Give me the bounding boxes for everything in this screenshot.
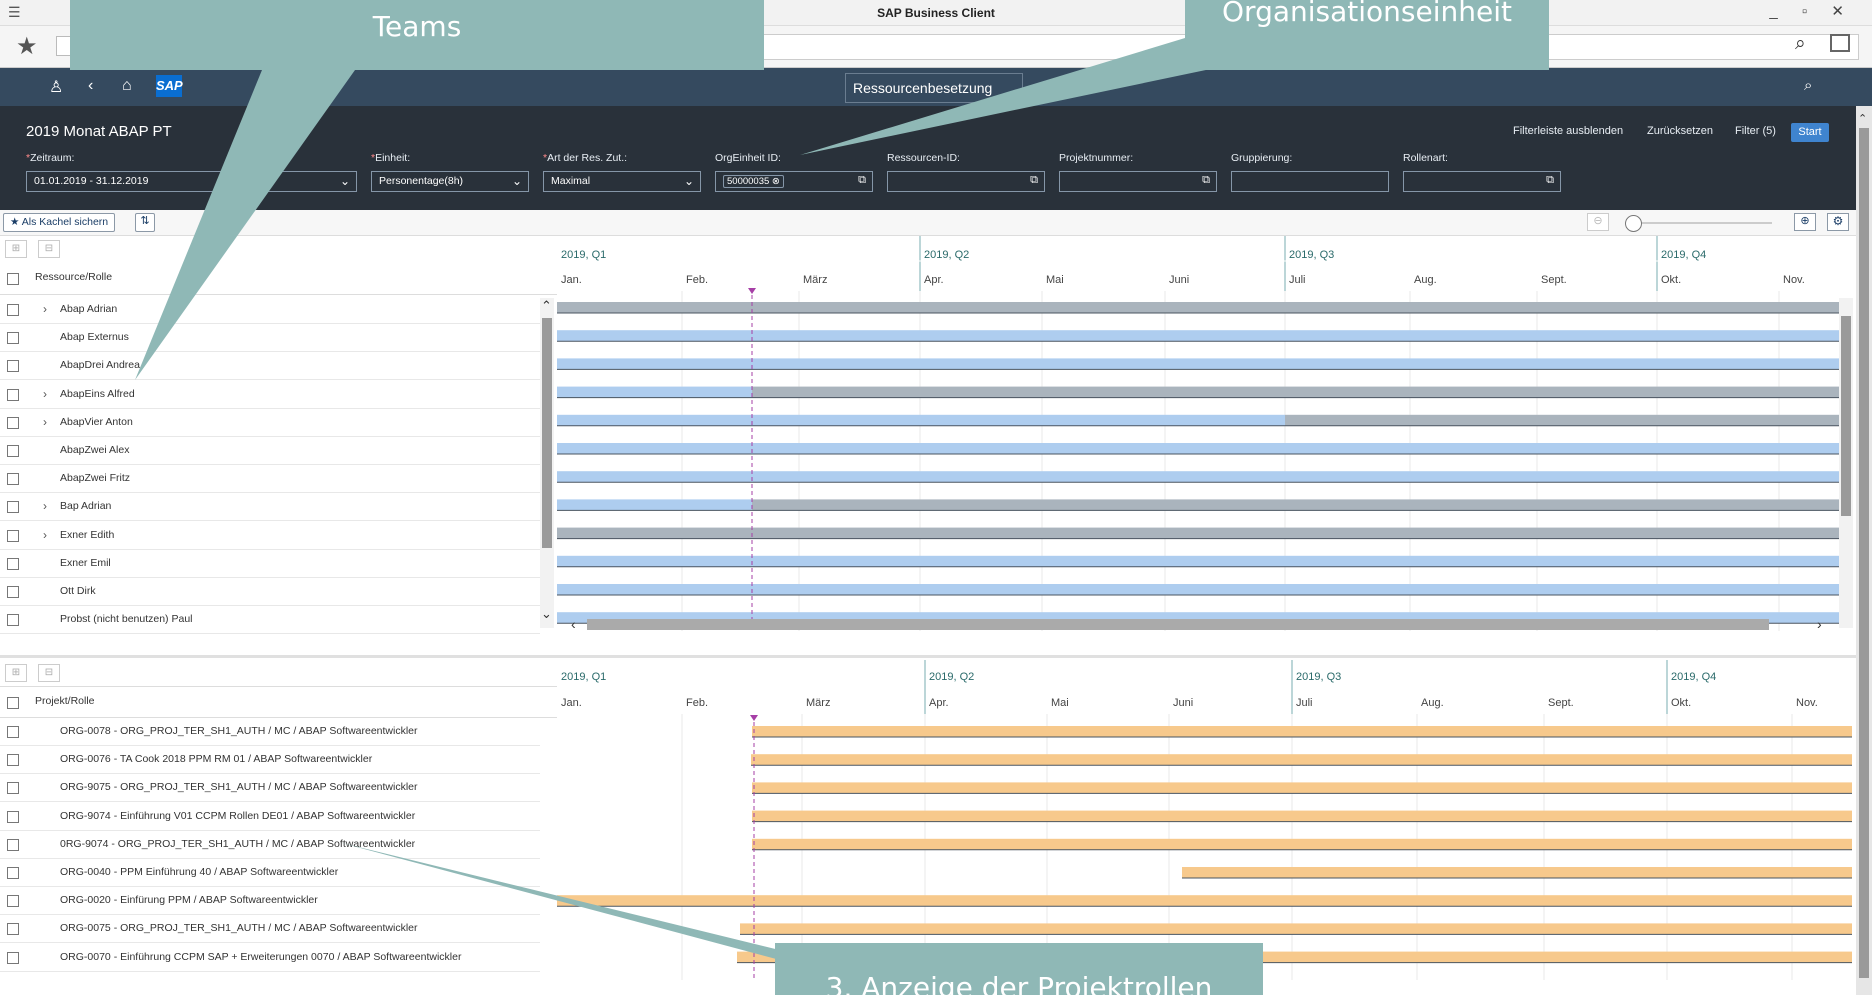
callout-projektrollen: 3. Anzeige der Projektrollen (775, 943, 1263, 995)
callout-orgunit: Organisationseinheit (1185, 0, 1549, 70)
callout-teams: Teams (70, 0, 764, 70)
callout-arrows (135, 38, 1225, 960)
